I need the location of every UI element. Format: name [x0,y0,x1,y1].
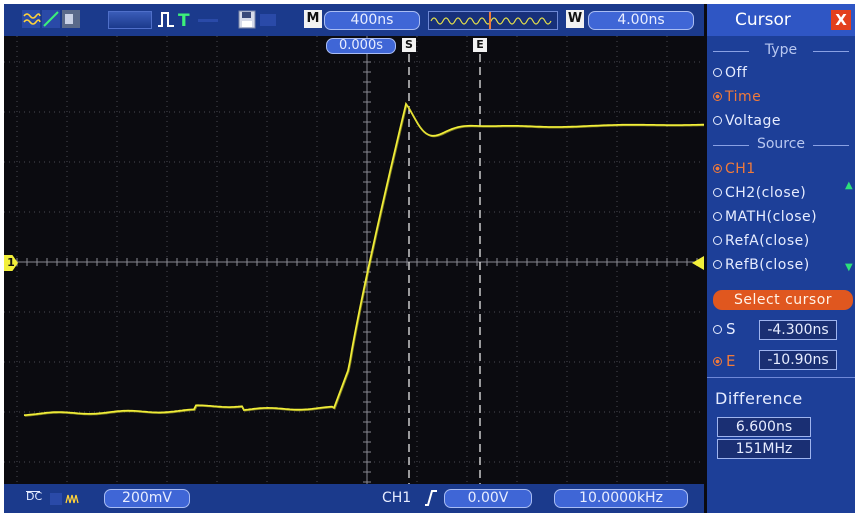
radio-icon [713,212,722,221]
waveform-intensity-indicator [108,11,152,29]
cursor-e-marker[interactable]: E [473,38,487,52]
radio-icon [713,188,722,197]
channel-wave-icon [50,493,79,505]
radio-icon [713,68,722,77]
frequency-counter: 10.0000kHz [554,489,688,508]
menu-header: Cursor X [707,4,855,36]
type-option-off[interactable]: Off [713,65,747,81]
scroll-up-icon[interactable]: ▲ [845,180,853,191]
difference-frequency-value: 151MHz [717,439,811,459]
radio-icon [713,92,722,101]
svg-text:T: T [178,11,190,30]
cursor-s-value[interactable]: -4.300ns [759,320,837,340]
coupling-dc-icon: DC [26,490,43,503]
source-option-ch1[interactable]: CH1 [713,161,756,177]
memory-icon: M [304,10,322,28]
select-cursor-button[interactable]: Select cursor [713,290,853,310]
difference-time-value: 6.600ns [717,417,811,437]
menu-title: Cursor [735,10,791,30]
cursor-s-marker[interactable]: S [402,38,416,52]
source-option-refa[interactable]: RefA(close) [713,233,810,249]
difference-label: Difference [715,389,803,408]
bottom-status-bar: DC 200mV CH1 0.00V 10.0000kHz [4,484,704,513]
source-option-math[interactable]: MATH(close) [713,209,817,225]
source-option-refb[interactable]: RefB(close) [713,257,810,273]
cursor-e-value[interactable]: -10.90ns [759,350,837,370]
radio-icon [713,116,722,125]
divider [707,377,855,378]
oscilloscope-screen: T M 400ns W 4.00ns 0.000s S E 1 DC 200mV… [4,4,855,513]
cursor-e-option[interactable]: E [713,352,735,370]
memory-window-overview [428,11,558,30]
trigger-source: CH1 [382,490,412,506]
timebase-display[interactable]: 400ns [324,11,420,30]
window-icon: W [566,10,584,28]
radio-icon [713,236,722,245]
top-status-bar: T M 400ns W 4.00ns [4,4,704,36]
volts-per-div-display[interactable]: 200mV [104,489,190,508]
source-section-label: Source [707,136,855,152]
radio-icon [713,260,722,269]
radio-icon [713,164,722,173]
rising-edge-icon [425,490,437,506]
source-option-ch2[interactable]: CH2(close) [713,185,806,201]
radio-icon [713,357,722,366]
radio-icon [713,325,722,334]
trigger-level-display[interactable]: 0.00V [444,489,532,508]
cursor-menu-panel: Cursor X Type Off Time Voltage Source CH… [707,4,855,513]
type-option-voltage[interactable]: Voltage [713,113,781,129]
waveform-plot: 0.000s S E 1 [4,36,705,484]
close-icon[interactable]: X [831,10,851,30]
ch1-trace [23,101,704,417]
waveform-graticule [4,36,705,484]
type-option-time[interactable]: Time [713,89,761,105]
type-section-label: Type [707,42,855,58]
delay-display[interactable]: 4.00ns [588,11,694,30]
trigger-status-icons[interactable]: T [156,10,226,30]
scroll-down-icon[interactable]: ▼ [845,262,853,273]
display-mode-icons[interactable] [22,10,108,30]
cursor-s-option[interactable]: S [713,320,736,338]
cursor-time-tag: 0.000s [326,38,396,54]
save-icon[interactable] [238,10,280,30]
